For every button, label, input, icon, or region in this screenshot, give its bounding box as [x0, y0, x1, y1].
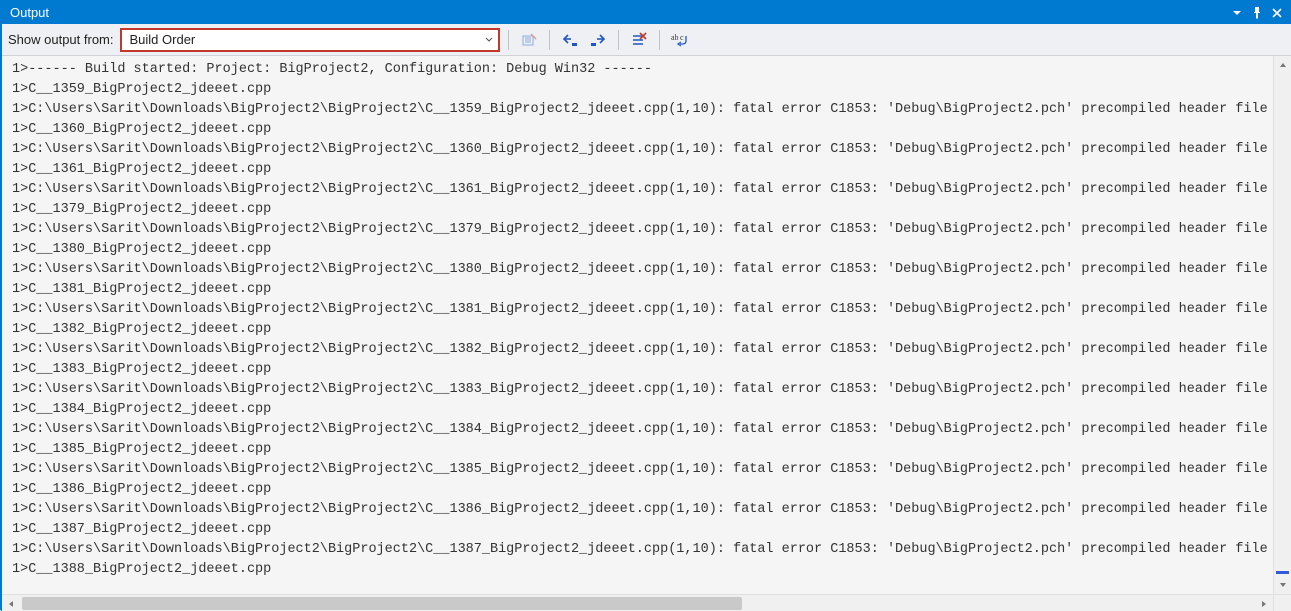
horizontal-scrollbar[interactable]	[2, 594, 1291, 611]
toolbar-label: Show output from:	[8, 32, 114, 47]
scroll-right-icon[interactable]	[1255, 595, 1273, 611]
scrollbar-corner	[1273, 595, 1291, 611]
output-toolbar: Show output from: Build Order	[2, 24, 1291, 56]
window-options-icon[interactable]	[1227, 2, 1247, 24]
output-pane: 1>------ Build started: Project: BigProj…	[2, 56, 1291, 594]
toolbar-separator	[549, 30, 550, 50]
scroll-up-icon[interactable]	[1274, 56, 1291, 74]
output-log[interactable]: 1>------ Build started: Project: BigProj…	[2, 56, 1273, 594]
chevron-down-icon	[484, 35, 494, 45]
svg-text:c: c	[680, 33, 684, 42]
titlebar: Output	[2, 2, 1291, 24]
clear-errors-button[interactable]	[627, 28, 651, 52]
clear-all-button[interactable]	[517, 28, 541, 52]
vertical-scrollbar[interactable]	[1273, 56, 1291, 594]
window-title: Output	[10, 2, 1227, 24]
output-source-value: Build Order	[130, 32, 196, 47]
close-icon[interactable]	[1267, 2, 1287, 24]
horizontal-scroll-thumb[interactable]	[22, 597, 742, 610]
vertical-scroll-track[interactable]	[1274, 74, 1291, 576]
output-source-combobox[interactable]: Build Order	[120, 28, 500, 52]
previous-message-button[interactable]	[558, 28, 582, 52]
scroll-left-icon[interactable]	[2, 595, 20, 611]
scroll-down-icon[interactable]	[1274, 576, 1291, 594]
scroll-marker	[1276, 571, 1289, 574]
svg-text:ab: ab	[671, 33, 679, 42]
next-message-button[interactable]	[586, 28, 610, 52]
toolbar-separator	[618, 30, 619, 50]
pin-icon[interactable]	[1247, 2, 1267, 24]
toolbar-separator	[508, 30, 509, 50]
horizontal-scroll-track[interactable]	[20, 595, 1255, 611]
word-wrap-button[interactable]: ab c	[668, 28, 692, 52]
toolbar-separator	[659, 30, 660, 50]
